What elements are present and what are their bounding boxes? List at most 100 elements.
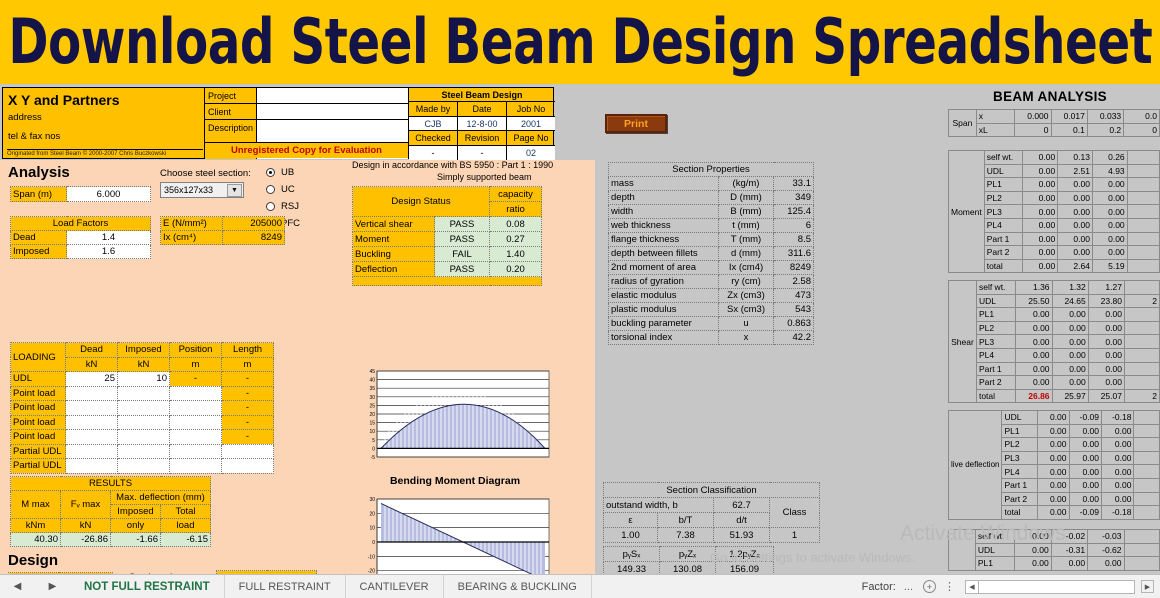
ba-cell: 0.00 <box>1091 204 1128 219</box>
sheet-tabs: NOT FULL RESTRAINT FULL RESTRAINT CANTIL… <box>70 575 592 598</box>
ba-cell: 0.00 <box>1100 423 1135 439</box>
loading-cell-imposed[interactable] <box>117 414 170 430</box>
radio-rsj[interactable]: RSJ <box>266 199 300 214</box>
ba-cell <box>1133 437 1160 452</box>
project-row: Project <box>205 88 408 104</box>
meta-value-row-2: - - 02 <box>409 145 555 160</box>
loading-cell-imposed[interactable] <box>117 385 170 401</box>
next-sheet-icon[interactable]: ▶ <box>49 581 57 592</box>
status-row-moment: Moment PASS 0.27 <box>352 231 542 247</box>
sheet-tab-cantilever[interactable]: CANTILEVER <box>346 575 444 598</box>
ba-cell <box>1126 150 1160 165</box>
loading-cell-imposed[interactable] <box>117 429 170 445</box>
sheet-tab-bearing-buckling[interactable]: BEARING & BUCKLING <box>444 575 592 598</box>
ba-cell: 0.00 <box>1068 464 1102 479</box>
sp-name: torsional index <box>608 330 719 345</box>
radio-ub[interactable]: UB <box>266 165 300 180</box>
loading-cell-dead[interactable] <box>65 443 118 459</box>
loading-cell-dead[interactable] <box>65 414 118 430</box>
sheet-tab-full-restraint[interactable]: FULL RESTRAINT <box>225 575 346 598</box>
sheet-title: Steel Beam Design <box>441 90 523 100</box>
sheet-tab-not-full-restraint[interactable]: NOT FULL RESTRAINT <box>70 575 225 598</box>
imposed-label: Imposed <box>10 244 67 259</box>
section-classification-table: Section Classification outstand width, b… <box>603 482 820 543</box>
sp-name: radius of gyration <box>608 274 719 289</box>
ba-cell: 0.00 <box>1068 477 1102 493</box>
ba-cell: 23.80 <box>1087 293 1125 309</box>
table-row: Point load - <box>10 400 274 416</box>
client-input[interactable] <box>257 104 408 119</box>
sp-name: 2nd moment of area <box>608 260 719 275</box>
table-row: flange thickness T (mm) 8.5 <box>608 232 814 247</box>
loading-cell-dead[interactable]: 25 <box>65 371 118 387</box>
loading-cell-dead[interactable] <box>65 429 118 445</box>
loading-cell-position[interactable] <box>169 429 222 445</box>
ba-cell: 0.00 <box>1057 231 1093 247</box>
loading-cell-length: - <box>221 429 274 445</box>
span-value[interactable]: 6.000 <box>66 186 151 202</box>
ba-cell: 4.93 <box>1091 163 1128 179</box>
radio-uc-icon[interactable] <box>266 185 275 194</box>
sp-name: elastic modulus <box>608 288 719 303</box>
loading-cell-dead[interactable] <box>65 385 118 401</box>
loading-cell-imposed[interactable] <box>117 400 170 416</box>
loading-cell-length[interactable] <box>221 458 274 474</box>
loading-cell-position[interactable] <box>169 458 222 474</box>
loading-cell-position[interactable] <box>169 385 222 401</box>
load-factors-table: Load Factors Dead 1.4 Imposed 1.6 <box>10 216 151 259</box>
loading-cell-dead[interactable] <box>65 458 118 474</box>
svg-text:10: 10 <box>369 429 375 435</box>
ba-cell: 0.00 <box>1022 150 1059 165</box>
radio-ub-icon[interactable] <box>266 168 275 177</box>
revision-value[interactable]: - <box>458 145 507 160</box>
made-by-value[interactable]: CJB <box>409 116 458 131</box>
page-no-value[interactable]: 02 <box>507 145 555 160</box>
ba-cell: 0.00 <box>1091 231 1128 247</box>
loading-cell-position[interactable] <box>169 443 222 459</box>
loading-cell-imposed[interactable] <box>117 443 170 459</box>
bending-moment-plot: 45 40 35 30 25 20 15 10 5 0 -5 <box>355 365 555 468</box>
loading-cell-imposed[interactable]: 10 <box>117 371 170 387</box>
ba-cell: 0.00 <box>1022 177 1059 192</box>
project-input[interactable] <box>257 88 408 103</box>
factor-ellipsis[interactable]: ... <box>904 581 913 593</box>
radio-rsj-icon[interactable] <box>266 202 275 211</box>
status-ratio-deflection: 0.20 <box>489 261 542 277</box>
chevron-down-icon[interactable]: ▼ <box>227 184 242 197</box>
steel-section-dropdown[interactable]: 356x127x33 ▼ <box>160 182 244 198</box>
span-label: Span (m) <box>10 186 67 202</box>
ba-cell: 0.00 <box>1022 204 1059 219</box>
ba-cell: 0.00 <box>1015 375 1053 390</box>
print-button[interactable]: Print <box>605 114 667 133</box>
loading-cell-length[interactable] <box>221 443 274 459</box>
loading-cell-dead[interactable] <box>65 400 118 416</box>
scroll-left-icon[interactable]: ◀ <box>966 580 979 593</box>
loading-cell-position[interactable] <box>169 414 222 430</box>
ba-cell <box>1123 529 1160 544</box>
sp-symbol: t (mm) <box>718 218 774 233</box>
more-options-icon[interactable]: ⋮ <box>944 580 955 593</box>
checked-value[interactable]: - <box>409 145 458 160</box>
status-ratio-shear: 0.08 <box>489 216 542 232</box>
loading-cell-imposed[interactable] <box>117 458 170 474</box>
ba-cell: 0.00 <box>1100 477 1135 493</box>
table-row: total 26.86 25.97 25.07 2 <box>949 388 1160 404</box>
dead-value[interactable]: 1.4 <box>66 230 151 245</box>
sp-value: 0.863 <box>773 316 814 331</box>
date-value[interactable]: 12-8-00 <box>458 116 507 131</box>
ba-row-label: Part 2 <box>983 245 1024 260</box>
scroll-right-icon[interactable]: ▶ <box>1141 580 1154 593</box>
radio-uc[interactable]: UC <box>266 182 300 197</box>
imposed-value[interactable]: 1.6 <box>66 244 151 259</box>
dead-row: Dead 1.4 <box>10 230 151 245</box>
loading-cell-position[interactable] <box>169 400 222 416</box>
ba-xL-value: 0.2 <box>1086 122 1125 138</box>
table-row: Part 1 0.00 0.00 0.00 <box>949 361 1160 377</box>
ba-row-label: self wt. <box>975 280 1017 295</box>
add-sheet-icon[interactable]: + <box>923 580 936 593</box>
prev-sheet-icon[interactable]: ◀ <box>14 581 22 592</box>
ba-cell: -0.09 <box>1068 410 1102 425</box>
horizontal-scrollbar[interactable]: ◀ <box>965 579 1135 594</box>
job-no-value[interactable]: 2001 <box>507 116 555 131</box>
status-row-spacer <box>352 276 542 286</box>
